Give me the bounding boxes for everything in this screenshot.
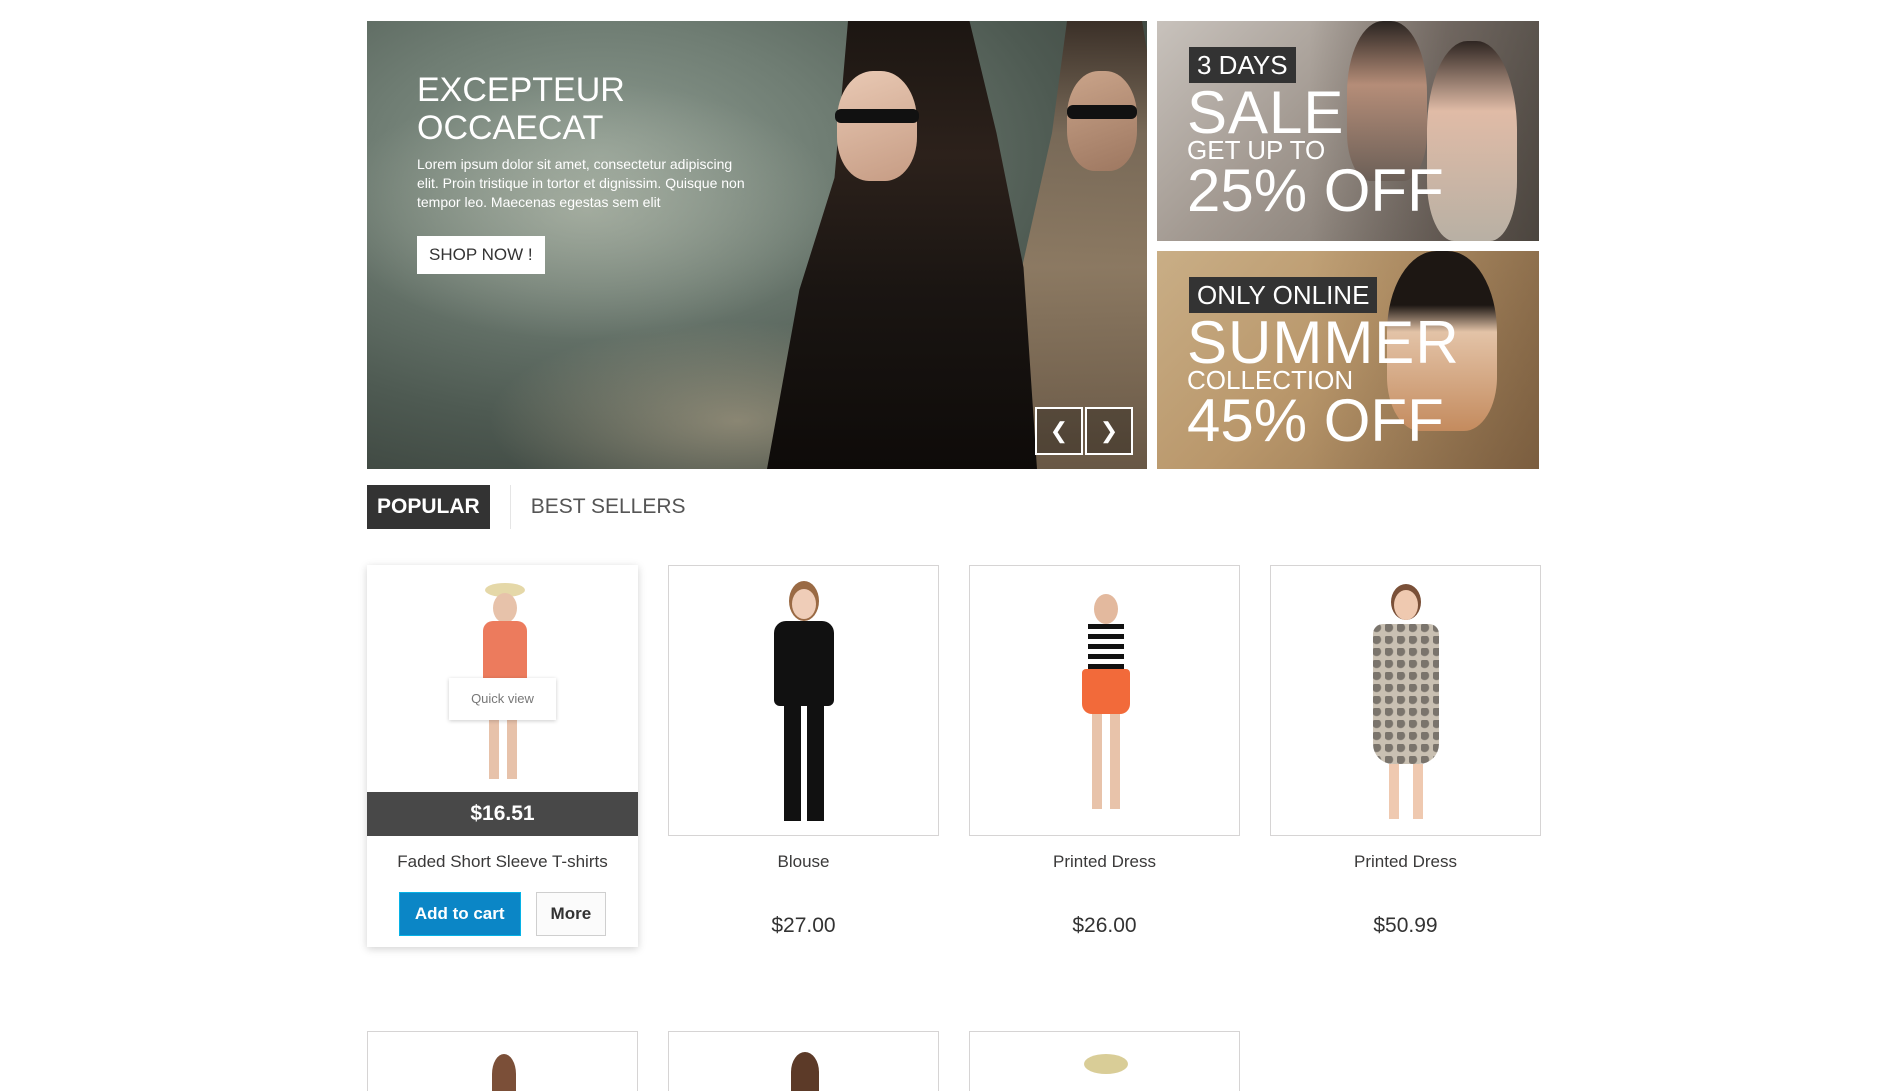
hero-title: EXCEPTEUR OCCAECAT bbox=[417, 71, 625, 147]
product-model-graphic bbox=[1084, 1054, 1128, 1074]
promo-banner-sale[interactable]: 3 DAYS SALE GET UP TO 25% OFF bbox=[1157, 21, 1539, 241]
product-image[interactable]: Quick view $16.51 bbox=[367, 565, 638, 836]
shop-now-button[interactable]: SHOP NOW ! bbox=[417, 236, 545, 274]
product-card[interactable]: Printed Dress $26.00 bbox=[969, 565, 1240, 938]
product-name[interactable]: Faded Short Sleeve T-shirts bbox=[367, 850, 638, 874]
slider-model-face bbox=[1067, 71, 1137, 171]
product-image[interactable] bbox=[969, 565, 1240, 836]
promo-headline: SUMMER bbox=[1187, 309, 1460, 376]
page: EXCEPTEUR OCCAECAT Lorem ipsum dolor sit… bbox=[0, 0, 1903, 1091]
product-tabs: POPULAR BEST SELLERS bbox=[367, 485, 696, 529]
product-card[interactable] bbox=[969, 1031, 1240, 1091]
tab-popular[interactable]: POPULAR bbox=[367, 485, 490, 529]
product-model-graphic bbox=[492, 1054, 516, 1091]
slider-prev-button[interactable]: ❮ bbox=[1035, 407, 1083, 455]
sunglasses-graphic bbox=[1067, 105, 1137, 119]
product-card[interactable] bbox=[367, 1031, 638, 1091]
product-card[interactable]: Quick view $16.51 Faded Short Sleeve T-s… bbox=[367, 565, 638, 947]
hero-slider[interactable]: EXCEPTEUR OCCAECAT Lorem ipsum dolor sit… bbox=[367, 21, 1147, 469]
product-image[interactable] bbox=[367, 1031, 638, 1091]
product-name[interactable]: Blouse bbox=[668, 850, 939, 874]
product-model-graphic bbox=[759, 581, 849, 831]
product-name[interactable]: Printed Dress bbox=[1270, 850, 1541, 874]
product-model-graphic bbox=[1070, 594, 1140, 824]
product-name[interactable]: Printed Dress bbox=[969, 850, 1240, 874]
promo-headline: SALE bbox=[1187, 79, 1345, 146]
product-model-graphic bbox=[1361, 584, 1451, 824]
promo-discount: 45% OFF bbox=[1187, 387, 1444, 454]
product-price: $50.99 bbox=[1373, 914, 1438, 937]
promo-tag: 3 DAYS bbox=[1189, 47, 1296, 83]
promo-tag: ONLY ONLINE bbox=[1189, 277, 1378, 313]
hero-description: Lorem ipsum dolor sit amet, consectetur … bbox=[417, 156, 745, 210]
product-price: $26.00 bbox=[1072, 914, 1137, 937]
tab-best-sellers[interactable]: BEST SELLERS bbox=[509, 485, 696, 529]
add-to-cart-button[interactable]: Add to cart bbox=[398, 892, 521, 936]
chevron-right-icon: ❯ bbox=[1099, 418, 1119, 443]
sunglasses-graphic bbox=[835, 109, 919, 123]
product-card[interactable]: Blouse $27.00 bbox=[668, 565, 939, 938]
product-actions: Add to cart More bbox=[367, 892, 638, 936]
product-card[interactable]: Printed Dress $50.99 bbox=[1270, 565, 1541, 938]
promo-banner-summer[interactable]: ONLY ONLINE SUMMER COLLECTION 45% OFF bbox=[1157, 251, 1539, 469]
product-card[interactable] bbox=[668, 1031, 939, 1091]
product-image[interactable] bbox=[668, 1031, 939, 1091]
product-image[interactable] bbox=[969, 1031, 1240, 1091]
product-image[interactable] bbox=[1270, 565, 1541, 836]
quick-view-button[interactable]: Quick view bbox=[449, 678, 556, 720]
product-price: $27.00 bbox=[771, 914, 836, 937]
chevron-left-icon: ❮ bbox=[1049, 418, 1069, 443]
slider-next-button[interactable]: ❯ bbox=[1085, 407, 1133, 455]
promo-discount: 25% OFF bbox=[1187, 157, 1444, 224]
product-model-graphic bbox=[791, 1052, 819, 1091]
more-button[interactable]: More bbox=[535, 892, 607, 936]
slider-model-face bbox=[837, 71, 917, 181]
product-image[interactable] bbox=[668, 565, 939, 836]
slider-navigation: ❮ ❯ bbox=[1035, 407, 1135, 455]
product-price: $16.51 bbox=[367, 792, 638, 836]
